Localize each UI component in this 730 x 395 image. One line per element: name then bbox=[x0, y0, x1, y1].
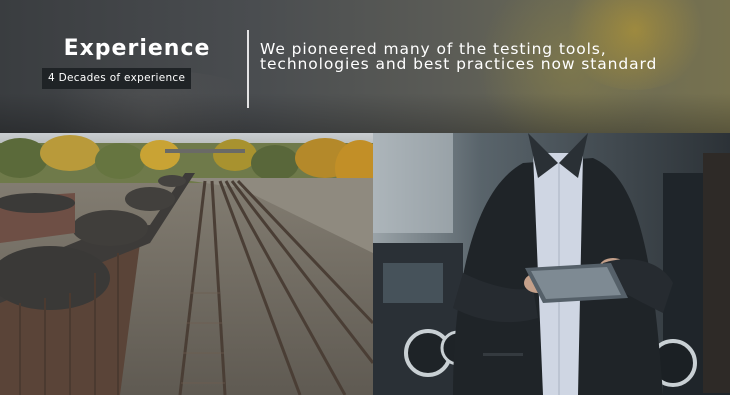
tagline-line-2: technologies and best practices now stan… bbox=[260, 55, 658, 73]
technician-photo bbox=[373, 133, 730, 395]
header-divider bbox=[247, 30, 249, 108]
section-title: Experience bbox=[63, 36, 211, 61]
rail-yard-image bbox=[0, 133, 373, 395]
technician-image bbox=[373, 133, 730, 395]
tagline: We pioneered many of the testing tools, … bbox=[260, 41, 726, 73]
experience-badge: 4 Decades of experience bbox=[42, 68, 192, 89]
rail-yard-photo bbox=[0, 133, 373, 395]
hero-header: Experience 4 Decades of experience We pi… bbox=[0, 0, 730, 133]
